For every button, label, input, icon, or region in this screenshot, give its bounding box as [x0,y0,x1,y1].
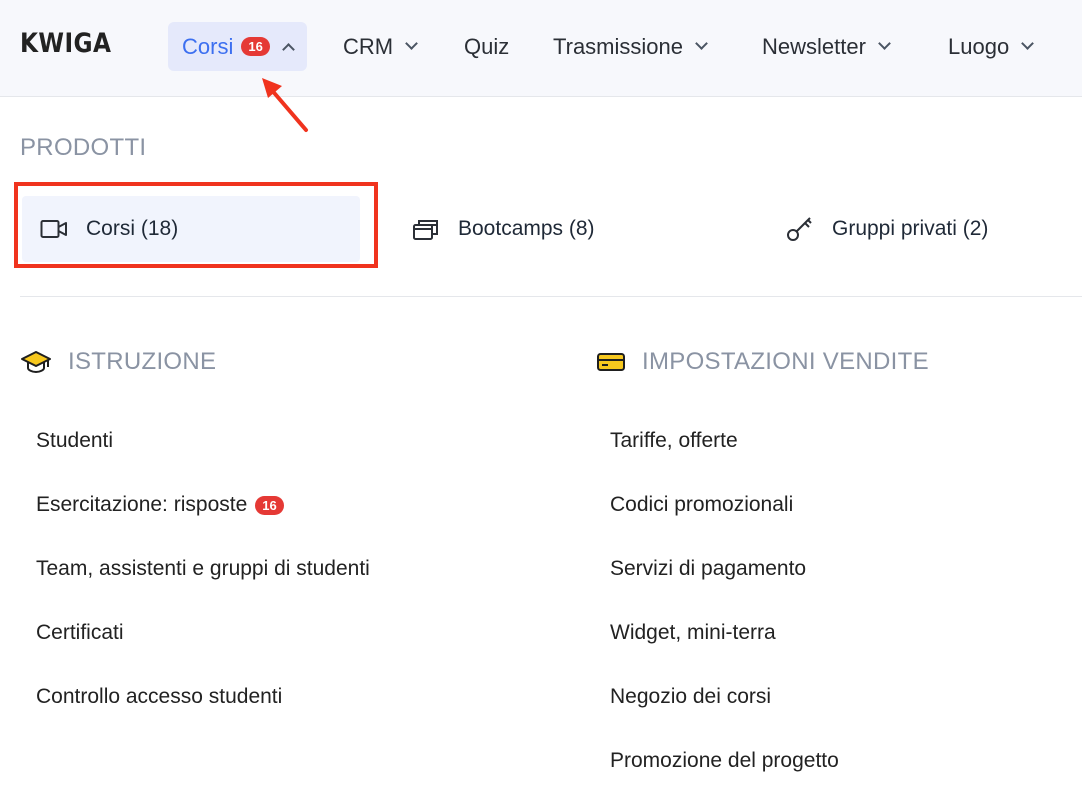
corsi-count-badge: 16 [241,37,270,56]
nav-item-luogo-label: Luogo [948,33,1010,59]
credit-card-icon [597,353,625,371]
education-section-header: ISTRUZIONE [20,348,216,376]
top-navigation-bar: KWIGA Corsi 16 CRM Quiz Trasmissione New… [0,0,1082,97]
key-icon [787,217,812,241]
sales-section-title: IMPOSTAZIONI VENDITE [642,348,929,375]
sales-section-header: IMPOSTAZIONI VENDITE [596,348,929,376]
link-widget-mini-terra[interactable]: Widget, mini-terra [610,621,776,645]
nav-item-crm-label: CRM [343,33,394,59]
link-esercitazione-risposte[interactable]: Esercitazione: risposte 16 [36,493,284,517]
link-codici-promozionali[interactable]: Codici promozionali [610,493,793,517]
product-bootcamps[interactable]: Bootcamps (8) [412,196,595,262]
link-promozione-progetto[interactable]: Promozione del progetto [610,749,839,773]
link-negozio-corsi[interactable]: Negozio dei corsi [610,685,771,709]
link-team-assistenti[interactable]: Team, assistenti e gruppi di studenti [36,557,370,581]
product-bootcamps-label: Bootcamps (8) [458,217,595,240]
education-section-title: ISTRUZIONE [68,348,217,375]
section-divider [20,296,1082,297]
link-studenti[interactable]: Studenti [36,429,113,453]
stacked-windows-icon [413,220,438,240]
products-section-title: PRODOTTI [20,134,147,161]
nav-item-trasmissione-label: Trasmissione [553,33,683,59]
link-esercitazione-risposte-label: Esercitazione: risposte [36,493,248,516]
chevron-up-icon [281,42,295,56]
graduation-cap-icon [21,351,51,374]
chevron-down-icon [695,37,708,50]
product-gruppi-privati-label: Gruppi privati (2) [832,217,989,240]
nav-item-quiz-label: Quiz [464,33,510,59]
nav-item-quiz[interactable]: Quiz [464,22,509,71]
product-gruppi-privati[interactable]: Gruppi privati (2) [786,196,988,262]
nav-item-newsletter[interactable]: Newsletter [762,22,891,71]
chevron-down-icon [405,37,418,50]
chevron-down-icon [1021,37,1035,50]
answers-count-badge: 16 [255,495,284,515]
link-servizi-pagamento[interactable]: Servizi di pagamento [610,557,806,581]
annotation-arrow-icon [262,78,308,132]
link-tariffe-offerte[interactable]: Tariffe, offerte [610,429,738,453]
nav-item-corsi[interactable]: Corsi 16 [168,22,307,71]
nav-item-trasmissione[interactable]: Trasmissione [553,22,708,71]
annotation-highlight-box [14,182,378,268]
nav-item-newsletter-label: Newsletter [762,33,866,59]
nav-item-corsi-label: Corsi [182,33,234,59]
kwiga-logo[interactable]: KWIGA [20,28,111,59]
nav-item-crm[interactable]: CRM [343,22,418,71]
nav-item-luogo[interactable]: Luogo [948,22,1035,71]
link-certificati[interactable]: Certificati [36,621,124,645]
chevron-down-icon [878,37,891,50]
link-controllo-accesso[interactable]: Controllo accesso studenti [36,685,282,709]
